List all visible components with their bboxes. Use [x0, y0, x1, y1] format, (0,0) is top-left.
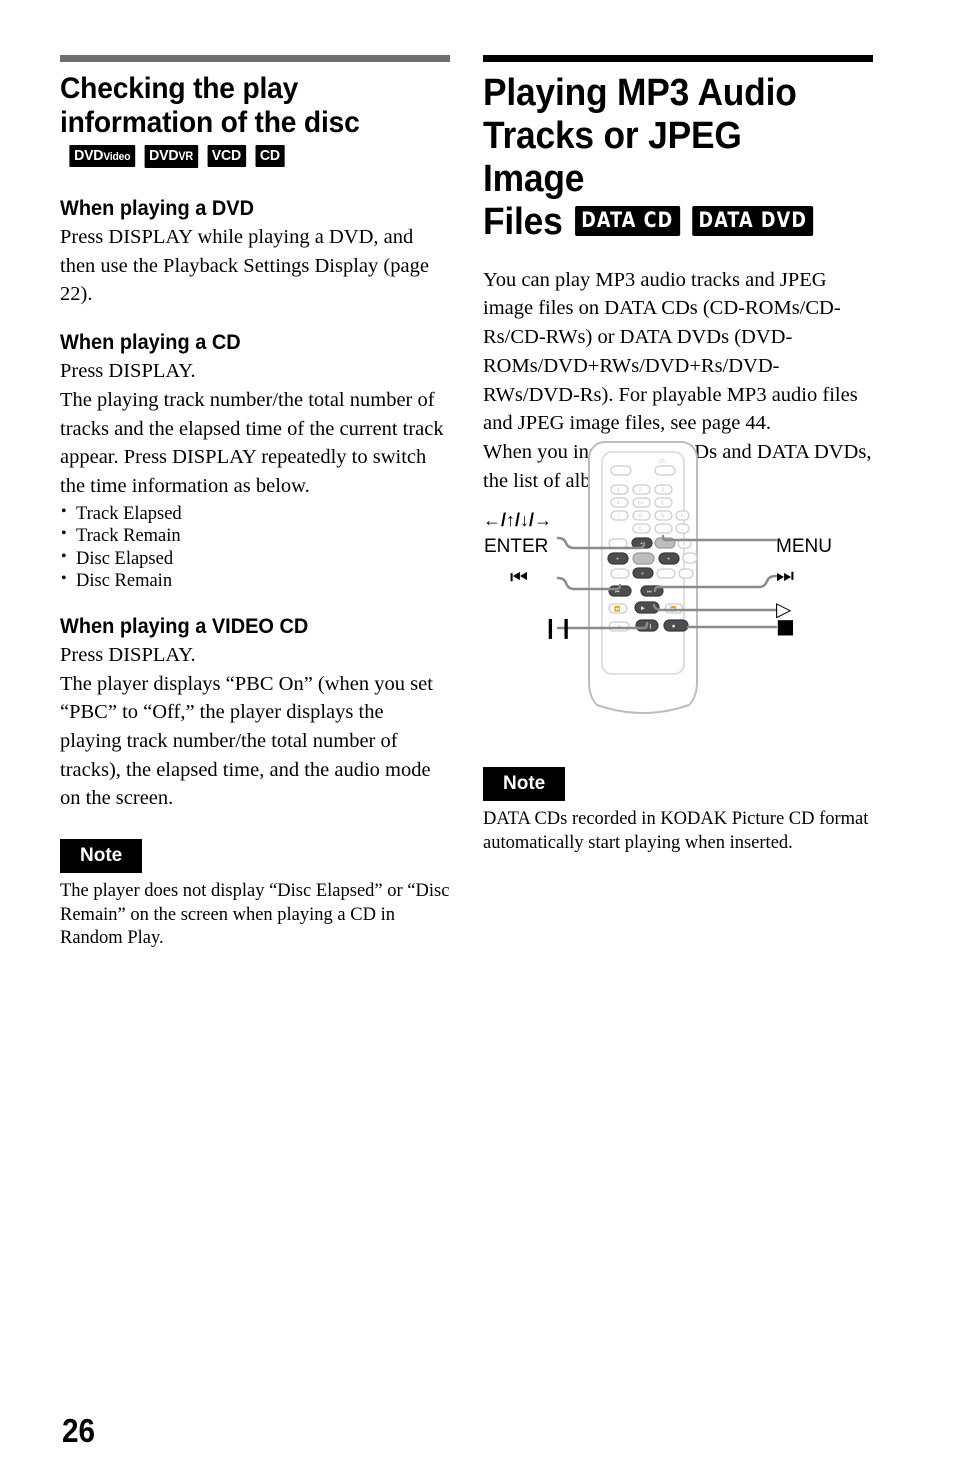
time-information-list: Track Elapsed Track Remain Disc Elapsed …	[60, 502, 450, 593]
body-when-playing-dvd: Press DISPLAY while playing a DVD, and t…	[60, 225, 429, 306]
left-note-badge: Note	[60, 839, 143, 874]
callout-next-icon: ⏭	[776, 563, 794, 587]
list-item: Disc Remain	[60, 569, 450, 593]
dvd-video-badge: DVDVideo	[69, 145, 136, 168]
data-cd-badge: DATA CD	[574, 205, 680, 236]
svg-text:2: 2	[639, 488, 642, 494]
callout-enter: ENTER	[484, 536, 549, 557]
right-heading-line-2: Tracks or JPEG Image	[483, 114, 742, 200]
right-note-text: DATA CDs recorded in KODAK Picture CD fo…	[483, 809, 869, 853]
right-body-1: You can play MP3 audio tracks and JPEG i…	[483, 268, 858, 435]
left-heading: Checking the play information of the dis…	[60, 72, 427, 173]
data-dvd-badge: DATA DVD	[691, 205, 814, 236]
dvd-vr-badge-sub: VR	[178, 151, 194, 164]
svg-text:7: 7	[617, 514, 620, 520]
left-heading-badges: DVDVideo DVDVR VCD CD	[60, 139, 285, 172]
svg-text:4: 4	[617, 501, 620, 507]
callout-pause-icon: ❙❙	[542, 615, 575, 639]
left-column: Checking the play information of the dis…	[60, 55, 450, 951]
callout-arrow-keys: ←/↑/↓/→	[483, 510, 553, 530]
body-when-playing-video-cd-1: Press DISPLAY.	[60, 643, 196, 666]
svg-text:+: +	[681, 514, 684, 520]
right-section-rule	[483, 55, 873, 62]
svg-text:⏪: ⏪	[614, 606, 620, 613]
list-item: Disc Elapsed	[60, 547, 450, 571]
svg-text:⌂: ⌂	[617, 572, 620, 578]
cd-badge: CD	[255, 145, 285, 168]
list-item: Track Elapsed	[60, 502, 450, 526]
callout-stop-icon: ■	[776, 614, 795, 638]
svg-text:⏭: ⏭	[647, 589, 652, 595]
svg-text:+: +	[616, 557, 619, 563]
left-section-rule	[60, 55, 450, 62]
svg-text:■: ■	[672, 624, 675, 630]
dvd-vr-badge-main: DVD	[149, 147, 179, 165]
manual-page: Checking the play information of the dis…	[0, 0, 954, 1483]
body-when-playing-cd-1: Press DISPLAY.	[60, 360, 196, 383]
svg-text:5+: 5+	[638, 501, 644, 507]
right-heading-line-1: Playing MP3 Audio	[483, 72, 797, 114]
svg-text:I/⏻: I/⏻	[659, 459, 666, 465]
svg-text:8: 8	[639, 514, 642, 520]
left-note-text: The player does not display “Disc Elapse…	[60, 881, 450, 949]
body-when-playing-cd-2: The playing track number/the total numbe…	[60, 388, 444, 497]
svg-text:9: 9	[661, 514, 664, 520]
right-heading-badges: DATA CD DATA DVD	[563, 201, 814, 243]
list-item: Track Remain	[60, 524, 450, 548]
svg-text:+: +	[667, 557, 670, 563]
right-heading-line-3: Files	[483, 200, 563, 243]
right-note-badge: Note	[483, 767, 566, 802]
callout-menu: MENU	[776, 536, 832, 557]
heading-when-playing-cd: When playing a CD	[60, 330, 241, 354]
svg-text:+: +	[641, 571, 644, 577]
svg-text:–: –	[681, 527, 684, 533]
svg-text:▶: ▶	[641, 606, 645, 612]
dvd-video-badge-sub: Video	[103, 151, 131, 164]
svg-text:4: 4	[683, 542, 686, 548]
left-heading-text: Checking the play information of the dis…	[60, 72, 360, 139]
callout-previous-icon: ⏮	[510, 565, 528, 589]
vcd-badge: VCD	[207, 145, 246, 168]
body-when-playing-video-cd-2: The player displays “PBC On” (when you s…	[60, 672, 433, 810]
page-number: 26	[62, 1412, 96, 1449]
svg-text:6: 6	[661, 501, 664, 507]
svg-text:3: 3	[661, 488, 664, 494]
dvd-video-badge-main: DVD	[74, 147, 104, 165]
svg-text:0: 0	[639, 527, 642, 533]
remote-control-diagram: .body-out { fill:#ffffff; stroke:#bdbdbd…	[483, 438, 883, 728]
right-heading: Playing MP3 Audio Tracks or JPEG Image Fil…	[483, 72, 846, 244]
heading-when-playing-video-cd: When playing a VIDEO CD	[60, 614, 309, 638]
svg-text:1: 1	[617, 488, 620, 494]
dvd-vr-badge: DVDVR	[144, 145, 198, 168]
heading-when-playing-dvd: When playing a DVD	[60, 196, 254, 220]
